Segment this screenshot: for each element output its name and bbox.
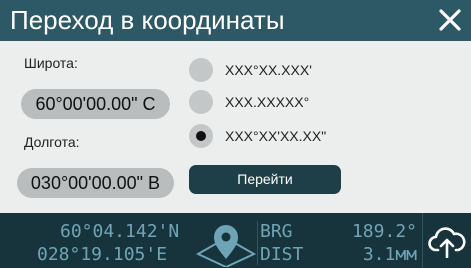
distance-label: DIST [260, 244, 304, 265]
longitude-readout: 028°19.105'E [37, 244, 168, 265]
distance-value: 3.1мм [362, 244, 417, 265]
close-icon [439, 9, 461, 31]
bearing-label: BRG [260, 221, 293, 242]
latitude-field[interactable]: 60°00'00.00" С [21, 89, 170, 119]
format-option-dms[interactable]: XXX°XX'XX.XX" [189, 122, 326, 150]
dialog-title-bar: Переход в координаты [0, 0, 471, 41]
location-pin-icon[interactable] [196, 217, 256, 267]
latitude-label: Широта: [24, 55, 78, 71]
latitude-readout: 60°04.142'N [60, 221, 180, 242]
status-divider [257, 221, 258, 265]
bearing-value: 189.2° [351, 221, 417, 242]
longitude-field[interactable]: 030°00'00.00" В [17, 168, 174, 198]
cloud-upload-icon [428, 227, 466, 258]
format-option-label: XXX.XXXXX° [225, 94, 310, 110]
go-button[interactable]: Перейти [189, 165, 341, 194]
close-button[interactable] [433, 4, 467, 36]
radio-button-selected[interactable] [189, 124, 213, 148]
format-option-label: XXX°XX'XX.XX" [225, 128, 327, 144]
format-option-decimal[interactable]: XXX.XXXXX° [189, 88, 309, 116]
format-option-dm[interactable]: XXX°XX.XXX' [189, 56, 312, 84]
dialog-title: Переход в координаты [10, 5, 285, 35]
radio-button[interactable] [189, 58, 213, 82]
status-divider [422, 213, 423, 268]
longitude-label: Долгота: [24, 134, 80, 150]
format-option-label: XXX°XX.XXX' [225, 62, 312, 78]
coordinates-form: Широта: 60°00'00.00" С Долгота: 030°00'0… [0, 41, 471, 213]
status-bar: 60°04.142'N 028°19.105'E BRG 189.2° DIST… [0, 213, 471, 268]
upload-button[interactable] [424, 219, 470, 263]
radio-button[interactable] [189, 90, 213, 114]
